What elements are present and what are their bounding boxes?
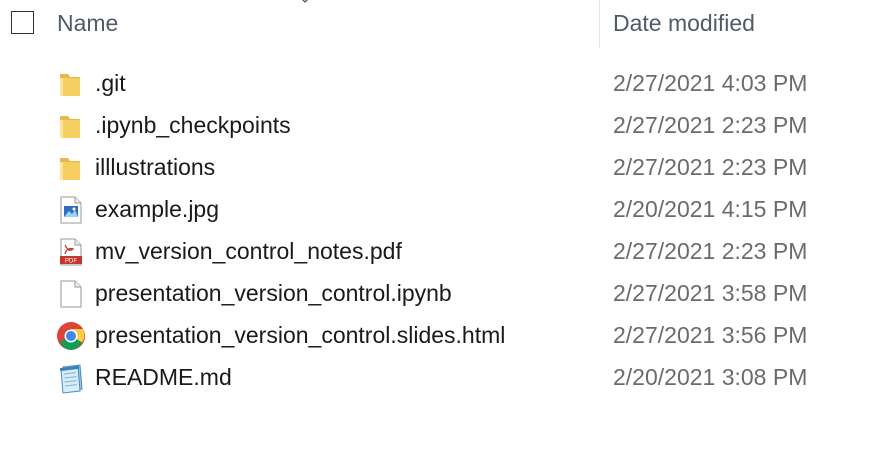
file-row[interactable]: .ipynb_checkpoints 2/27/2021 2:23 PM [0,105,869,147]
file-name: mv_version_control_notes.pdf [95,238,402,264]
folder-icon [60,158,80,180]
folder-icon [60,116,80,138]
file-date-modified: 2/20/2021 3:08 PM [613,364,808,390]
pdf-file-icon: PDF [60,238,82,266]
file-name: presentation_version_control.ipynb [95,280,452,306]
file-row[interactable]: PDF mv_version_control_notes.pdf 2/27/20… [0,231,869,273]
pdf-badge-label: PDF [65,259,77,265]
file-date-modified: 2/27/2021 2:23 PM [613,112,808,138]
column-header-date-modified[interactable]: Date modified [613,10,755,37]
file-row[interactable]: example.jpg 2/20/2021 4:15 PM [0,189,869,231]
file-row[interactable]: illlustrations 2/27/2021 2:23 PM [0,147,869,189]
notepad-file-icon [59,364,83,394]
column-divider[interactable] [599,0,600,48]
file-date-modified: 2/27/2021 2:23 PM [613,154,808,180]
file-date-modified: 2/27/2021 3:58 PM [613,280,808,306]
chrome-html-icon [57,322,85,350]
sort-indicator-icon [302,0,308,3]
file-row[interactable]: presentation_version_control.ipynb 2/27/… [0,273,869,315]
file-name: .git [95,70,126,96]
folder-icon [60,74,80,96]
file-list: .git 2/27/2021 4:03 PM .ipynb_checkpoint… [0,63,869,399]
file-row[interactable]: presentation_version_control.slides.html… [0,315,869,357]
file-date-modified: 2/27/2021 4:03 PM [613,70,808,96]
file-row[interactable]: .git 2/27/2021 4:03 PM [0,63,869,105]
file-name: presentation_version_control.slides.html [95,322,506,348]
file-date-modified: 2/27/2021 3:56 PM [613,322,808,348]
file-name: illlustrations [95,154,216,180]
file-row[interactable]: README.md 2/20/2021 3:08 PM [0,357,869,399]
file-date-modified: 2/27/2021 2:23 PM [613,238,808,264]
select-all-checkbox[interactable] [11,11,34,34]
file-name: README.md [95,364,232,390]
column-header: Name Date modified [0,0,869,50]
generic-file-icon [60,280,82,308]
column-header-name[interactable]: Name [57,10,118,37]
image-file-icon [60,196,82,224]
file-name: .ipynb_checkpoints [95,112,291,138]
file-name: example.jpg [95,196,220,222]
file-date-modified: 2/20/2021 4:15 PM [613,196,808,222]
